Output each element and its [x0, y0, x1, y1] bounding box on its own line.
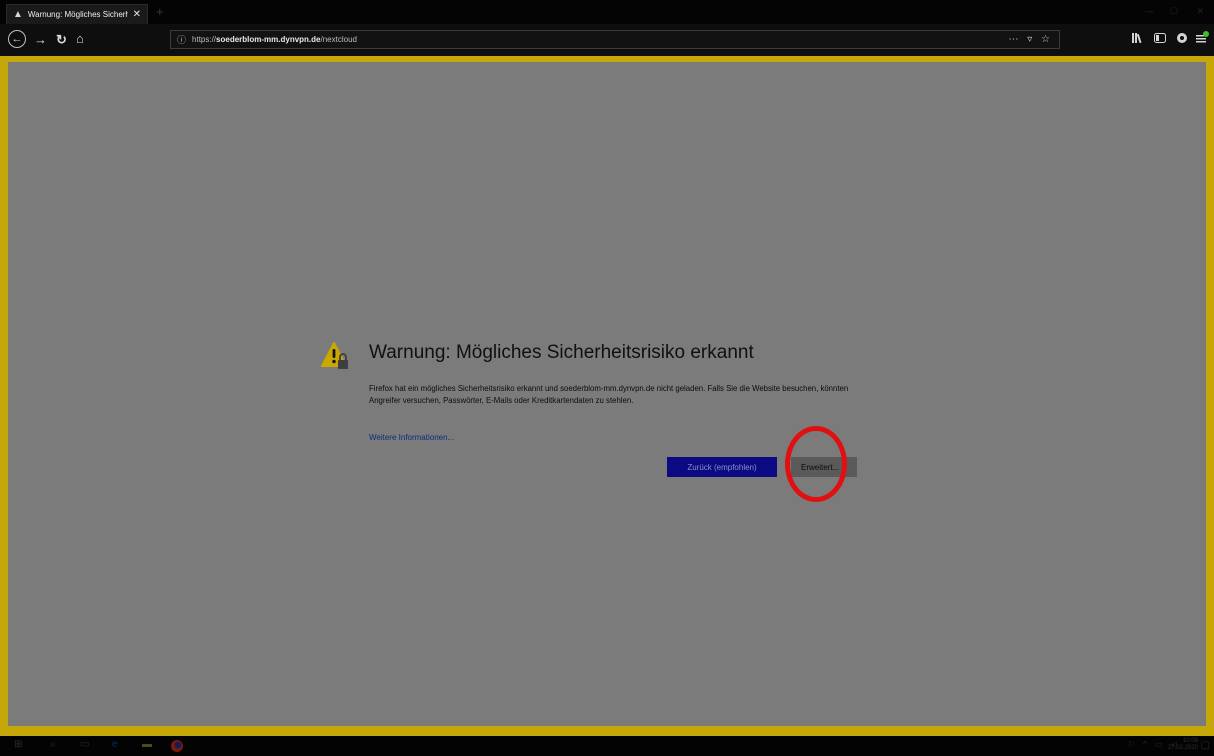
new-tab-button[interactable]: +: [156, 4, 164, 19]
navigation-bar: ← → ↻ ⌂ ⓘ https://soederblom-mm.dynvpn.d…: [0, 24, 1214, 56]
page-actions[interactable]: ⋯ ▿ ☆: [1008, 34, 1053, 45]
tab-title: Warnung: Mögliches Sicherhei: [27, 10, 128, 19]
minimize-button[interactable]: —: [1145, 6, 1154, 16]
advanced-button[interactable]: Erweitert...: [791, 457, 857, 477]
firefox-icon[interactable]: [170, 739, 184, 753]
task-view-icon[interactable]: ▭: [80, 740, 89, 750]
info-icon[interactable]: ⓘ: [177, 33, 186, 46]
home-button[interactable]: ⌂: [76, 32, 84, 45]
taskbar: ⊞ ⌕ ▭ e ▬ ⚐ ^ ▭ ◁ 10:08 27.02.2020 ▢: [0, 736, 1214, 756]
library-icon[interactable]: [1132, 33, 1144, 46]
page-title: Warnung: Mögliches Sicherheitsrisiko erk…: [369, 342, 754, 363]
more-info-link[interactable]: Weitere Informationen...: [369, 433, 454, 442]
file-explorer-icon[interactable]: ▬: [142, 740, 152, 750]
warning-lock-icon: [321, 342, 348, 369]
windows-start-icon[interactable]: ⊞: [14, 740, 22, 750]
search-icon[interactable]: ⌕: [50, 740, 56, 750]
url-path: /nextcloud: [320, 35, 357, 44]
page-frame: Warnung: Mögliches Sicherheitsrisiko erk…: [0, 56, 1214, 736]
back-button[interactable]: ←: [8, 30, 26, 48]
maximize-button[interactable]: ☐: [1170, 6, 1178, 17]
url-scheme: https://: [192, 35, 217, 44]
go-back-button[interactable]: Zurück (empfohlen): [667, 457, 777, 477]
url-text[interactable]: https://soederblom-mm.dynvpn.de/nextclou…: [192, 35, 357, 44]
window-close-button[interactable]: ✕: [1196, 6, 1204, 17]
warning-tab-icon: ▲: [13, 8, 23, 20]
reload-button[interactable]: ↻: [56, 33, 67, 46]
clock-date: 27.02.2020: [1167, 745, 1198, 751]
sidebar-icon[interactable]: [1154, 33, 1166, 46]
warning-description: Firefox hat ein mögliches Sicherheitsris…: [369, 384, 849, 405]
clock-time: 10:08: [1182, 738, 1198, 744]
menu-icon[interactable]: [1196, 30, 1210, 47]
error-page: Warnung: Mögliches Sicherheitsrisiko erk…: [8, 62, 1206, 726]
url-host: soederblom-mm.dynvpn.de: [216, 35, 321, 44]
back-arrow-icon: ←: [11, 32, 23, 45]
extension-icon[interactable]: [1176, 32, 1188, 47]
url-bar[interactable]: ⓘ https://soederblom-mm.dynvpn.de/nextcl…: [170, 30, 1060, 49]
edge-icon[interactable]: e: [112, 740, 118, 750]
title-bar: ▲ Warnung: Mögliches Sicherhei ✕ + — ☐ ✕: [0, 0, 1214, 24]
forward-button[interactable]: →: [34, 33, 47, 46]
tab-active[interactable]: ▲ Warnung: Mögliches Sicherhei ✕: [6, 4, 148, 24]
notification-icon[interactable]: ▢: [1201, 740, 1210, 751]
close-tab-icon[interactable]: ✕: [133, 9, 141, 20]
